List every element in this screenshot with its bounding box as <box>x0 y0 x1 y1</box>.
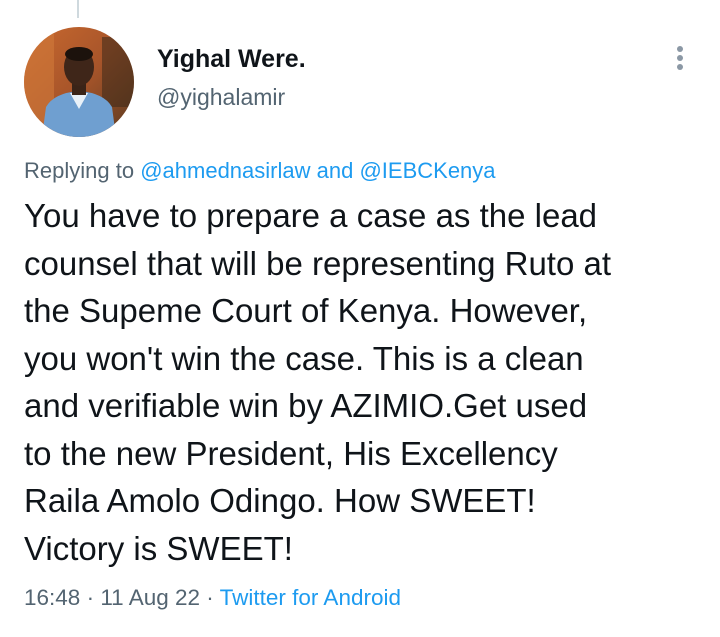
mention-conjunction: and <box>316 158 354 183</box>
author-display-name[interactable]: Yighal Were. <box>157 42 306 76</box>
tweet-text-line: Victory is SWEET! <box>24 529 293 567</box>
tweet-text-line: to the new President, His Excellency <box>24 434 558 472</box>
replying-to-label: Replying to <box>24 158 135 183</box>
more-vertical-icon-dot <box>677 64 683 70</box>
more-vertical-icon <box>677 46 683 52</box>
meta-separator: · <box>206 585 214 610</box>
tweet-time[interactable]: 16:48 <box>24 585 80 610</box>
mention-link[interactable]: @IEBCKenya <box>359 158 495 183</box>
tweet-text-line: the Supeme Court of Kenya. However, <box>24 292 588 329</box>
tweet-text-line: counsel that will be representing Ruto a… <box>24 244 612 282</box>
mention-link[interactable]: @ahmednasirlaw <box>140 158 310 183</box>
tweet-text-line: You have to prepare a case as the lead <box>24 197 598 234</box>
tweet-text-line: and verifiable win by AZIMIO.Get used <box>24 387 588 424</box>
tweet-meta: 16:48 · 11 Aug 22 · Twitter for Android <box>24 583 401 613</box>
avatar[interactable] <box>24 27 134 137</box>
avatar-image <box>24 27 134 137</box>
meta-separator: · <box>86 585 95 610</box>
author-info: Yighal Were. @yighalamir <box>157 42 306 114</box>
more-vertical-icon-dot <box>677 55 683 61</box>
tweet-date[interactable]: 11 Aug 22 <box>100 585 200 610</box>
tweet-text-line: Raila Amolo Odingo. How SWEET! <box>24 482 536 519</box>
thread-connector-line <box>77 0 79 18</box>
tweet-text: You have to prepare a case as the lead c… <box>24 192 714 572</box>
tweet-source-link[interactable]: Twitter for Android <box>220 585 401 610</box>
more-options-button[interactable] <box>668 43 692 73</box>
tweet-text-line: you won't win the case. This is a clean <box>24 339 584 377</box>
replying-to: Replying to @ahmednasirlaw and @IEBCKeny… <box>24 156 496 186</box>
author-handle[interactable]: @yighalamir <box>157 80 306 114</box>
